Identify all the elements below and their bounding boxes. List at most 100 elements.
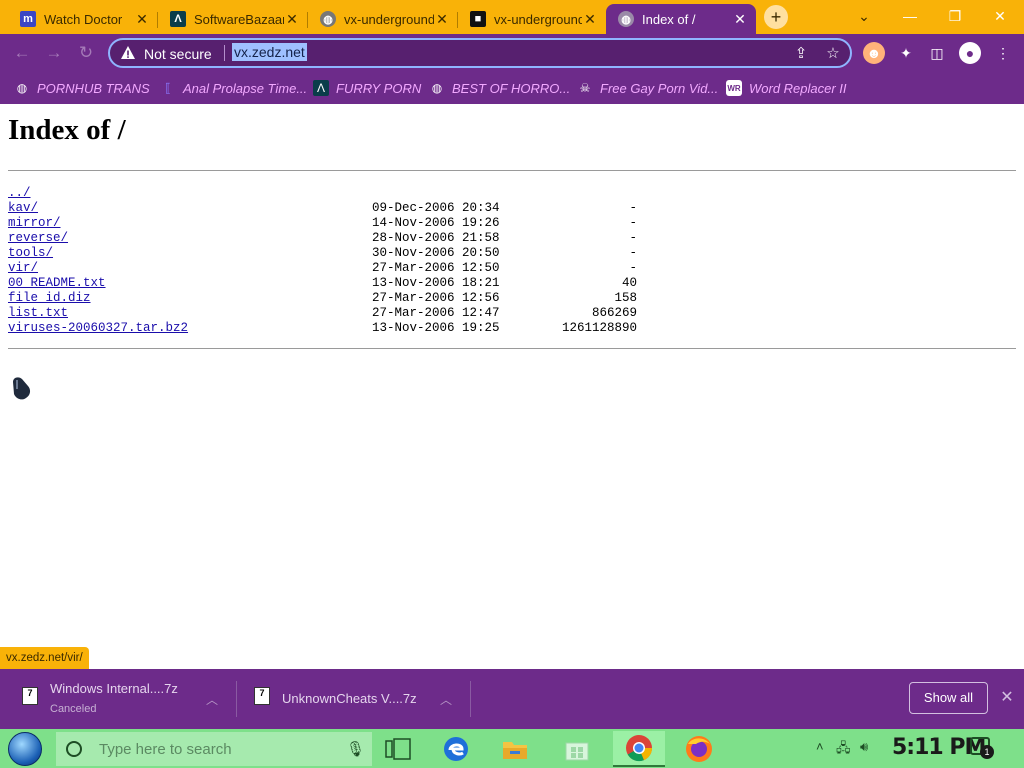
address-bar[interactable]: Not secure vx.zedz.net ⇪ ☆ — [108, 38, 852, 68]
entry-date: 13-Nov-2006 19:25 — [372, 321, 500, 335]
file-explorer-app[interactable] — [491, 731, 539, 767]
list-item: mirror/ 14-Nov-2006 19:26 - — [8, 216, 648, 231]
firefox-app[interactable] — [675, 731, 723, 767]
entry-date: 14-Nov-2006 19:26 — [372, 216, 500, 230]
tab-vx-underground-1[interactable]: ◍ vx-underground ✕ — [308, 4, 458, 34]
tab-title: Watch Doctor — [44, 11, 123, 27]
entry-link[interactable]: reverse/ — [8, 231, 68, 246]
lambda-icon: Λ — [313, 80, 329, 96]
taskbar-search[interactable]: Type here to search 🎙 — [56, 732, 372, 766]
entry-size: - — [629, 246, 637, 260]
tab-title: Index of / — [642, 11, 696, 27]
show-all-button[interactable]: Show all — [909, 682, 988, 714]
entry-size: 158 — [614, 291, 637, 305]
close-window-button[interactable]: ✕ — [980, 4, 1020, 28]
globe-icon: ◍ — [618, 11, 634, 27]
close-icon[interactable]: ✕ — [732, 11, 748, 28]
tab-softwarebazaar[interactable]: Λ SoftwareBazaar ✕ — [158, 4, 308, 34]
entry-size: 866269 — [591, 306, 637, 320]
folder-icon — [503, 742, 527, 759]
bookmark-label: Free Gay Porn Vid... — [600, 80, 719, 96]
chevron-up-icon[interactable]: ︿ — [440, 691, 452, 708]
url-text[interactable]: vx.zedz.net — [232, 43, 307, 61]
entry-size: - — [629, 201, 637, 215]
entry-date: 27-Mar-2006 12:50 — [372, 261, 500, 275]
chevron-up-icon[interactable]: ˄ — [816, 739, 824, 754]
7z-file-icon: 7 — [22, 687, 38, 705]
side-panel-icon[interactable]: ◫ — [926, 42, 948, 64]
extension-avatar-icon[interactable]: ☻ — [863, 42, 885, 64]
bookmark-label: Anal Prolapse Time... — [183, 80, 308, 96]
warning-icon[interactable] — [120, 45, 136, 61]
download-shelf: 7 Windows Internal....7z Canceled ︿ 7 Un… — [0, 669, 1024, 729]
entry-date: 28-Nov-2006 21:58 — [372, 231, 500, 245]
tab-vx-underground-2[interactable]: ■ vx-underground ✕ — [458, 4, 606, 34]
volume-icon[interactable]: 🔊︎ — [860, 739, 868, 755]
close-icon[interactable]: ✕ — [582, 11, 598, 28]
entry-link[interactable]: viruses-20060327.tar.bz2 — [8, 321, 188, 336]
microphone-icon[interactable]: 🎙 — [346, 740, 365, 758]
share-icon[interactable]: ⇪ — [792, 45, 810, 63]
star-icon[interactable]: ☆ — [824, 45, 842, 63]
bookmark-item[interactable]: ◍ PORNHUB TRANS — [14, 78, 150, 98]
entry-link[interactable]: mirror/ — [8, 216, 61, 231]
network-icon[interactable]: 🖧 — [836, 739, 851, 761]
firefox-icon — [686, 736, 712, 762]
entry-link[interactable]: file_id.diz — [8, 291, 91, 306]
kebab-menu-icon[interactable]: ⋮ — [992, 42, 1014, 64]
bookmark-item[interactable]: WR Word Replacer II — [726, 78, 847, 98]
bookmark-item[interactable]: Λ FURRY PORN — [313, 78, 421, 98]
download-item[interactable]: 7 UnknownCheats V....7z ︿ — [232, 669, 470, 729]
task-view-button[interactable] — [374, 731, 422, 767]
reload-icon[interactable]: ↻ — [74, 41, 98, 65]
tab-index-of[interactable]: ◍ Index of / ✕ — [606, 4, 756, 34]
minimize-button[interactable]: — — [890, 4, 930, 28]
bookmark-item[interactable]: ⟦ Anal Prolapse Time... — [160, 78, 307, 98]
new-tab-button[interactable]: + — [764, 5, 788, 29]
download-status: Canceled — [50, 703, 97, 715]
entry-link[interactable]: list.txt — [8, 306, 68, 321]
download-filename: Windows Internal....7z — [50, 681, 178, 696]
page-title: Index of / — [8, 114, 126, 146]
entry-link[interactable]: tools/ — [8, 246, 53, 261]
entry-date: 27-Mar-2006 12:56 — [372, 291, 500, 305]
entry-link[interactable]: 00_README.txt — [8, 276, 106, 291]
close-icon[interactable]: ✕ — [998, 687, 1016, 707]
entry-date: 09-Dec-2006 20:34 — [372, 201, 500, 215]
back-arrow-icon[interactable]: ← — [10, 41, 34, 65]
chrome-app[interactable] — [613, 731, 665, 767]
bookmark-item[interactable]: ☠ Free Gay Porn Vid... — [577, 78, 719, 98]
profile-icon[interactable]: ● — [959, 42, 981, 64]
chevron-up-icon[interactable]: ︿ — [206, 691, 218, 708]
parent-directory-link[interactable]: ../ — [8, 186, 31, 201]
close-icon[interactable]: ✕ — [134, 11, 150, 28]
wr-icon: WR — [726, 80, 742, 96]
entry-size: 40 — [621, 276, 637, 290]
chrome-icon — [626, 735, 653, 762]
entry-link[interactable]: kav/ — [8, 201, 38, 216]
security-label[interactable]: Not secure — [144, 46, 212, 62]
entry-size: - — [629, 231, 637, 245]
restore-button[interactable]: ❐ — [935, 4, 975, 28]
list-item: reverse/ 28-Nov-2006 21:58 - — [8, 231, 648, 246]
entry-size: - — [629, 216, 637, 230]
link-status-bar: vx.zedz.net/vir/ — [0, 647, 89, 669]
puzzle-extensions-icon[interactable]: ✦ — [895, 42, 917, 64]
close-icon[interactable]: ✕ — [284, 11, 300, 28]
notification-badge: 1 — [980, 745, 994, 759]
entry-date: 27-Mar-2006 12:47 — [372, 306, 500, 320]
edge-app[interactable] — [432, 731, 480, 767]
bookmark-item[interactable]: ◍ BEST OF HORRO... — [429, 78, 570, 98]
forward-arrow-icon[interactable]: → — [42, 41, 66, 65]
tab-search-chevron-icon[interactable]: ⌄ — [844, 4, 884, 28]
tab-watch-doctor[interactable]: m Watch Doctor ✕ — [8, 4, 158, 34]
list-item: vir/ 27-Mar-2006 12:50 - — [8, 261, 648, 276]
store-app[interactable] — [553, 731, 601, 767]
tab-title: vx-underground — [494, 11, 582, 27]
entry-link[interactable]: vir/ — [8, 261, 38, 276]
directory-listing: ../ kav/ 09-Dec-2006 20:34 - mirror/ 14-… — [8, 186, 648, 336]
download-item[interactable]: 7 Windows Internal....7z Canceled ︿ — [0, 669, 236, 729]
download-filename: UnknownCheats V....7z — [282, 691, 417, 706]
close-icon[interactable]: ✕ — [434, 11, 450, 28]
start-button[interactable] — [8, 732, 42, 766]
